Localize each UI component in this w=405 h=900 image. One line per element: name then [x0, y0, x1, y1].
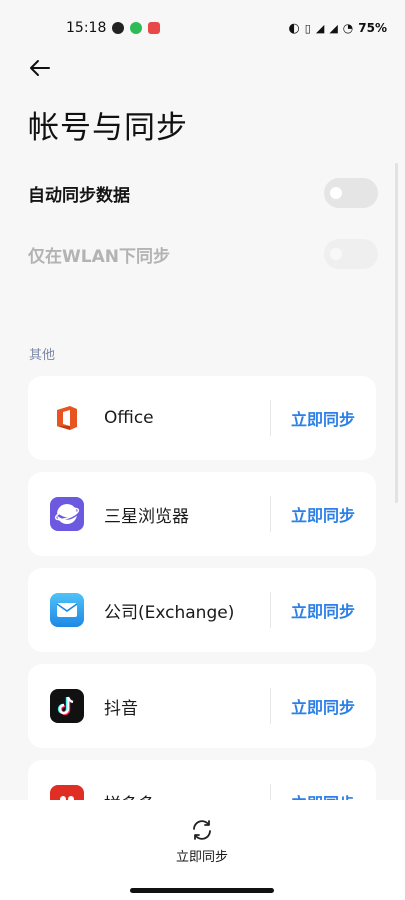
account-name: 抖音: [104, 698, 138, 719]
exchange-mail-icon: [50, 593, 84, 627]
douyin-icon: [50, 689, 84, 723]
account-item-exchange[interactable]: 公司(Exchange) 立即同步: [28, 568, 376, 652]
toggle-knob: [330, 248, 342, 260]
account-name: 拼多多: [104, 790, 270, 801]
auto-sync-toggle[interactable]: [324, 178, 378, 208]
back-button[interactable]: [26, 54, 54, 82]
sync-now-link[interactable]: 立即同步: [291, 790, 355, 800]
office-icon: [50, 401, 84, 435]
pinduoduo-icon: [50, 785, 84, 800]
sync-icon: [193, 820, 211, 840]
notification-location-icon: [148, 22, 161, 34]
arrow-left-icon: [30, 60, 50, 76]
auto-sync-row[interactable]: 自动同步数据: [28, 177, 378, 209]
moon-icon: ◐: [288, 20, 300, 36]
wlan-only-row: 仅在WLAN下同步: [28, 238, 378, 270]
page-title: 帐号与同步: [28, 110, 188, 146]
section-header-other: 其他: [29, 348, 56, 363]
sync-now-link[interactable]: 立即同步: [291, 694, 355, 718]
account-item-office[interactable]: Office 立即同步: [28, 376, 376, 460]
status-right: ◐ ▯ ◢ ◢ ◔ 75%: [288, 21, 387, 36]
notification-qq-icon: [112, 22, 125, 34]
wlan-only-toggle: [324, 239, 378, 269]
account-item-pinduoduo[interactable]: 拼多多 立即同步: [28, 760, 376, 800]
signal-2-icon: ◢: [329, 21, 338, 35]
status-bar: 15:18 ◐ ▯ ◢ ◢ ◔ 75%: [0, 0, 405, 56]
divider: [269, 592, 271, 628]
battery-percent: 75%: [358, 21, 387, 35]
sync-now-link[interactable]: 立即同步: [291, 406, 355, 430]
account-name: Office: [104, 408, 154, 428]
wlan-only-label: 仅在WLAN下同步: [28, 246, 170, 267]
account-name: 三星浏览器: [104, 506, 189, 527]
divider: [269, 688, 271, 724]
account-item-douyin[interactable]: 抖音 立即同步: [28, 664, 376, 748]
account-item-samsung-browser[interactable]: 三星浏览器 立即同步: [28, 472, 376, 556]
account-name: 公司(Exchange): [104, 602, 235, 623]
vibrate-icon: ▯: [304, 21, 311, 35]
status-left: 15:18: [66, 20, 161, 36]
divider: [269, 784, 271, 800]
sync-now-link[interactable]: 立即同步: [291, 502, 355, 526]
battery-icon: ◔: [342, 21, 354, 35]
sync-now-link[interactable]: 立即同步: [291, 598, 355, 622]
auto-sync-label: 自动同步数据: [28, 185, 130, 206]
bottom-action-bar: 立即同步: [0, 800, 405, 900]
toggle-knob: [330, 187, 342, 199]
sync-all-label: 立即同步: [175, 850, 228, 865]
divider: [269, 496, 271, 532]
account-list: Office 立即同步 三星浏览器 立即同步 公司(Exchange) 立即同步: [0, 370, 405, 800]
sync-all-button[interactable]: 立即同步: [152, 818, 252, 865]
notification-app-icon: [130, 22, 143, 34]
samsung-browser-icon: [50, 497, 84, 531]
home-indicator[interactable]: [130, 888, 274, 893]
signal-1-icon: ◢: [315, 21, 325, 35]
divider: [269, 400, 271, 436]
status-time: 15:18: [66, 20, 107, 36]
